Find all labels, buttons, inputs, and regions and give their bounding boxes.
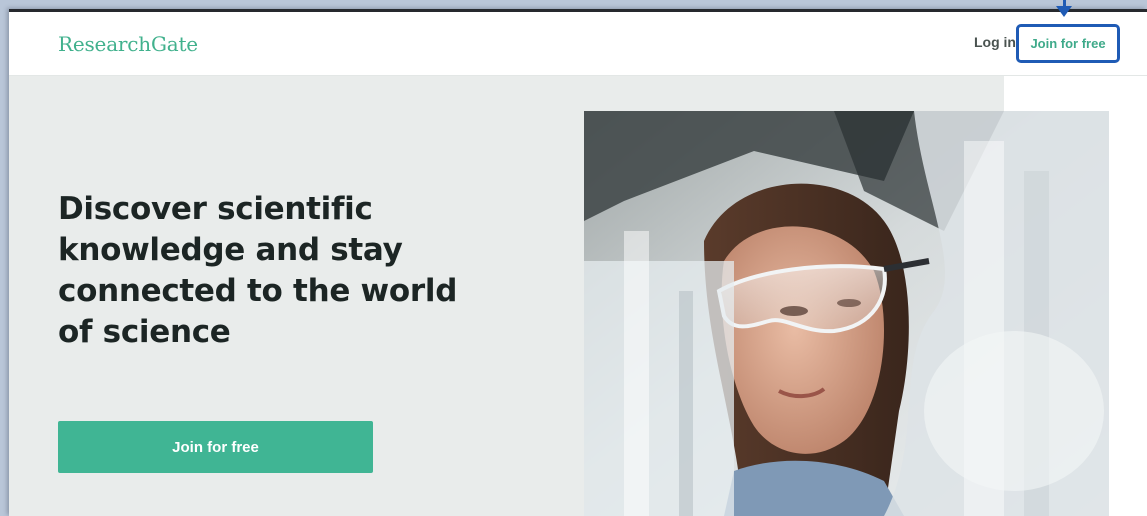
scientist-photo	[584, 111, 1109, 516]
researchgate-logo[interactable]: ResearchGate	[58, 32, 198, 56]
site-header: ResearchGate Log in Join for free	[9, 12, 1147, 76]
log-in-link[interactable]: Log in	[974, 34, 1016, 50]
join-for-free-header-button[interactable]: Join for free	[1016, 24, 1120, 63]
browser-viewport: ResearchGate Log in Join for free Discov…	[9, 9, 1147, 516]
join-for-free-hero-button[interactable]: Join for free	[58, 421, 373, 473]
join-for-free-header-label: Join for free	[1030, 36, 1106, 51]
hero-headline: Discover scientific knowledge and stay c…	[58, 191, 458, 350]
annotation-arrow-icon	[1056, 6, 1072, 17]
